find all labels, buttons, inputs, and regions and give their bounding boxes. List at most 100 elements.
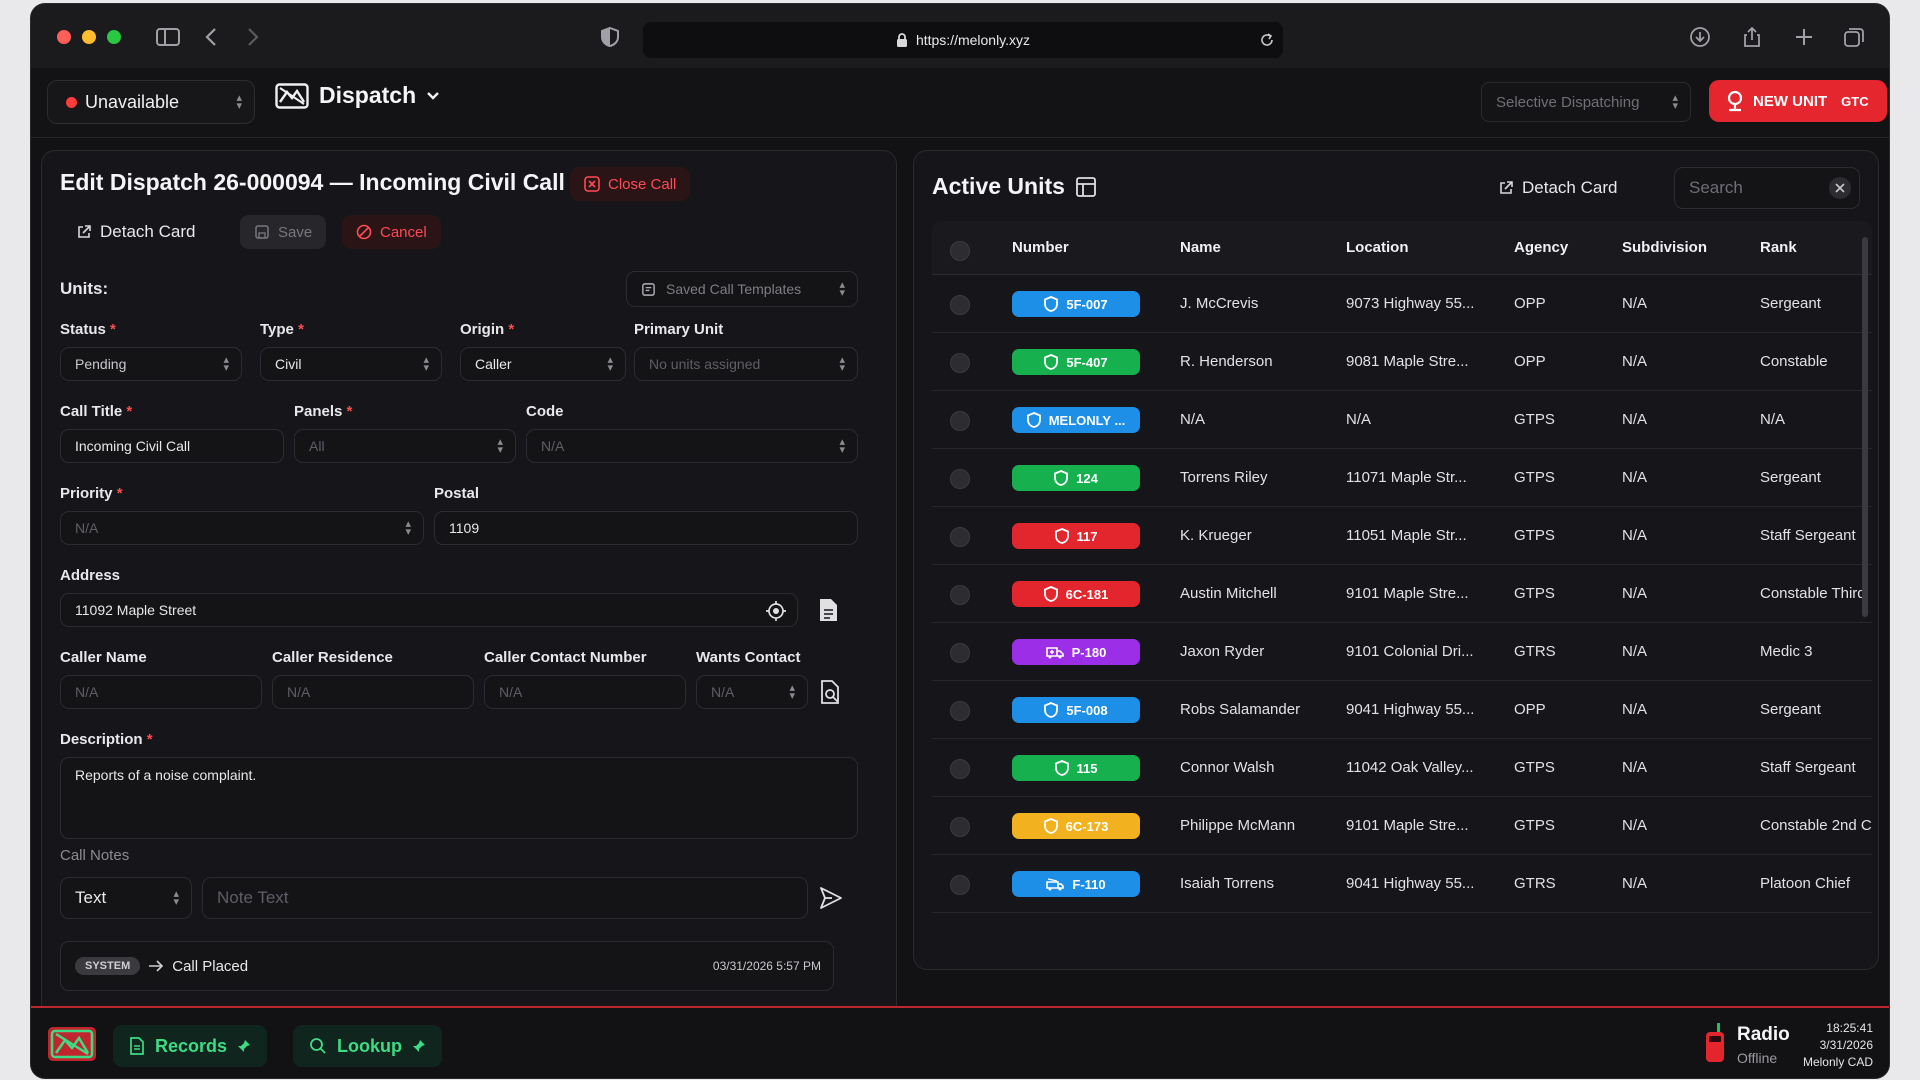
cancel-button[interactable]: Cancel bbox=[342, 215, 441, 249]
maximize-window-button[interactable] bbox=[107, 30, 121, 44]
row-select-radio[interactable] bbox=[950, 701, 970, 721]
panels-select[interactable]: All ▴ ▾ bbox=[294, 429, 516, 463]
row-select-radio[interactable] bbox=[950, 353, 970, 373]
unit-number-badge[interactable]: F-110 bbox=[1012, 871, 1140, 897]
share-icon[interactable] bbox=[1739, 26, 1765, 48]
column-header-location[interactable]: Location bbox=[1346, 239, 1409, 256]
status-select[interactable]: Pending ▴ ▾ bbox=[60, 347, 242, 381]
unit-number-badge[interactable]: 5F-007 bbox=[1012, 291, 1140, 317]
origin-select[interactable]: Caller ▴ ▾ bbox=[460, 347, 626, 381]
unit-number-badge[interactable]: 6C-173 bbox=[1012, 813, 1140, 839]
type-select[interactable]: Civil ▴ ▾ bbox=[260, 347, 442, 381]
unit-location: 9041 Highway 55... bbox=[1346, 875, 1475, 892]
unit-number-badge[interactable]: P-180 bbox=[1012, 639, 1140, 665]
table-row[interactable]: 6C-173 Philippe McMann 9101 Maple Stre... G… bbox=[932, 797, 1872, 855]
table-layout-icon[interactable] bbox=[1075, 176, 1097, 198]
unit-number-badge[interactable]: 5F-008 bbox=[1012, 697, 1140, 723]
address-bar[interactable]: https://melonly.xyz bbox=[643, 22, 1283, 58]
updown-chevron-icon: ▴ ▾ bbox=[839, 354, 845, 374]
units-search-input[interactable]: Search bbox=[1674, 167, 1860, 209]
document-icon[interactable] bbox=[816, 597, 840, 623]
table-row[interactable]: 5F-008 Robs Salamander 9041 Highway 55... O… bbox=[932, 681, 1872, 739]
row-select-radio[interactable] bbox=[950, 527, 970, 547]
units-scrollbar[interactable] bbox=[1862, 237, 1868, 617]
note-type-select[interactable]: Text ▴ ▾ bbox=[60, 877, 192, 919]
table-row[interactable]: MELONLY ... N/A N/A GTPS N/A N/A bbox=[932, 391, 1872, 449]
detach-card-button[interactable]: Detach Card bbox=[62, 215, 209, 249]
primary-unit-select[interactable]: No units assigned ▴ ▾ bbox=[634, 347, 858, 381]
unit-number-badge[interactable]: 117 bbox=[1012, 523, 1140, 549]
table-row[interactable]: 6C-181 Austin Mitchell 9101 Maple Stre... G… bbox=[932, 565, 1872, 623]
select-all-radio[interactable] bbox=[950, 241, 970, 261]
clear-search-icon[interactable] bbox=[1829, 177, 1851, 199]
caller-name-input[interactable]: N/A bbox=[60, 675, 262, 709]
table-row[interactable]: 115 Connor Walsh 11042 Oak Valley... GTPS N/… bbox=[932, 739, 1872, 797]
minimize-window-button[interactable] bbox=[82, 30, 96, 44]
call-title-input[interactable]: Incoming Civil Call bbox=[60, 429, 284, 463]
row-select-radio[interactable] bbox=[950, 759, 970, 779]
updown-chevron-icon: ▴ ▾ bbox=[423, 354, 429, 374]
row-select-radio[interactable] bbox=[950, 469, 970, 489]
locate-crosshair-icon[interactable] bbox=[765, 600, 787, 622]
table-row[interactable]: P-180 Jaxon Ryder 9101 Colonial Dri... GTRS… bbox=[932, 623, 1872, 681]
forward-arrow-icon[interactable] bbox=[239, 26, 265, 48]
app-title-menu[interactable]: Dispatch bbox=[275, 82, 440, 109]
caller-residence-input[interactable]: N/A bbox=[272, 675, 474, 709]
wants-contact-select[interactable]: N/A ▴ ▾ bbox=[696, 675, 808, 709]
back-arrow-icon[interactable] bbox=[199, 26, 225, 48]
table-row[interactable]: 117 K. Krueger 11051 Maple Str... GTPS N/A St… bbox=[932, 507, 1872, 565]
column-header-number[interactable]: Number bbox=[1012, 239, 1069, 256]
shield-icon bbox=[1044, 354, 1059, 370]
unit-rank: Constable 2nd C bbox=[1760, 817, 1872, 834]
row-select-radio[interactable] bbox=[950, 411, 970, 431]
table-row[interactable]: 5F-007 J. McCrevis 9073 Highway 55... OPP N/… bbox=[932, 275, 1872, 333]
unit-number-badge[interactable]: MELONLY ... bbox=[1012, 407, 1140, 433]
records-button[interactable]: Records bbox=[113, 1025, 268, 1067]
row-select-radio[interactable] bbox=[950, 875, 970, 895]
saved-templates-select[interactable]: Saved Call Templates ▴ ▾ bbox=[626, 271, 858, 307]
column-header-agency[interactable]: Agency bbox=[1514, 239, 1568, 256]
priority-select[interactable]: N/A ▴ ▾ bbox=[60, 511, 424, 545]
units-detach-card-button[interactable]: Detach Card bbox=[1484, 171, 1631, 205]
save-button[interactable]: Save bbox=[240, 215, 327, 249]
send-icon[interactable] bbox=[818, 885, 844, 911]
new-tab-icon[interactable] bbox=[1791, 26, 1817, 48]
availability-select[interactable]: Unavailable ▴ ▾ bbox=[47, 80, 255, 124]
row-select-radio[interactable] bbox=[950, 295, 970, 315]
privacy-shield-icon[interactable] bbox=[597, 26, 623, 48]
dispatch-mode-select[interactable]: Selective Dispatching ▴ ▾ bbox=[1481, 82, 1691, 122]
close-call-button[interactable]: Close Call bbox=[570, 167, 691, 201]
row-select-radio[interactable] bbox=[950, 643, 970, 663]
unit-number-badge[interactable]: 5F-407 bbox=[1012, 349, 1140, 375]
column-header-rank[interactable]: Rank bbox=[1760, 239, 1797, 256]
sidebar-toggle-icon[interactable] bbox=[155, 26, 181, 48]
table-row[interactable]: F-110 Isaiah Torrens 9041 Highway 55... GTR… bbox=[932, 855, 1872, 913]
tab-overview-icon[interactable] bbox=[1841, 26, 1867, 48]
column-header-name[interactable]: Name bbox=[1180, 239, 1221, 256]
search-document-icon[interactable] bbox=[818, 679, 842, 707]
table-row[interactable]: 5F-407 R. Henderson 9081 Maple Stre... OPP N… bbox=[932, 333, 1872, 391]
melonly-logo-icon[interactable] bbox=[47, 1026, 97, 1062]
table-row[interactable]: 124 Torrens Riley 11071 Maple Str... GTPS N/… bbox=[932, 449, 1872, 507]
type-field-label: Type * bbox=[260, 321, 304, 338]
unit-number-badge[interactable]: 6C-181 bbox=[1012, 581, 1140, 607]
note-text-input[interactable]: Note Text bbox=[202, 877, 808, 919]
address-input[interactable]: 11092 Maple Street bbox=[60, 593, 798, 627]
radio-status[interactable]: Radio Offline bbox=[1703, 1020, 1803, 1070]
unit-number-badge[interactable]: 124 bbox=[1012, 465, 1140, 491]
row-select-radio[interactable] bbox=[950, 585, 970, 605]
caller-contact-input[interactable]: N/A bbox=[484, 675, 686, 709]
row-select-radio[interactable] bbox=[950, 817, 970, 837]
column-header-subdivision[interactable]: Subdivision bbox=[1622, 239, 1707, 256]
radio-status-text: Offline bbox=[1737, 1050, 1778, 1066]
unit-number-badge[interactable]: 115 bbox=[1012, 755, 1140, 781]
reload-icon[interactable] bbox=[1259, 32, 1275, 48]
description-textarea[interactable]: Reports of a noise complaint. bbox=[60, 757, 858, 839]
download-icon[interactable] bbox=[1687, 26, 1713, 48]
lookup-button[interactable]: Lookup bbox=[293, 1025, 442, 1067]
code-select[interactable]: N/A ▴ ▾ bbox=[526, 429, 858, 463]
close-window-button[interactable] bbox=[57, 30, 71, 44]
new-unit-button[interactable]: NEW UNIT GTC bbox=[1709, 80, 1887, 122]
postal-input[interactable]: 1109 bbox=[434, 511, 858, 545]
shield-icon bbox=[1044, 702, 1059, 718]
